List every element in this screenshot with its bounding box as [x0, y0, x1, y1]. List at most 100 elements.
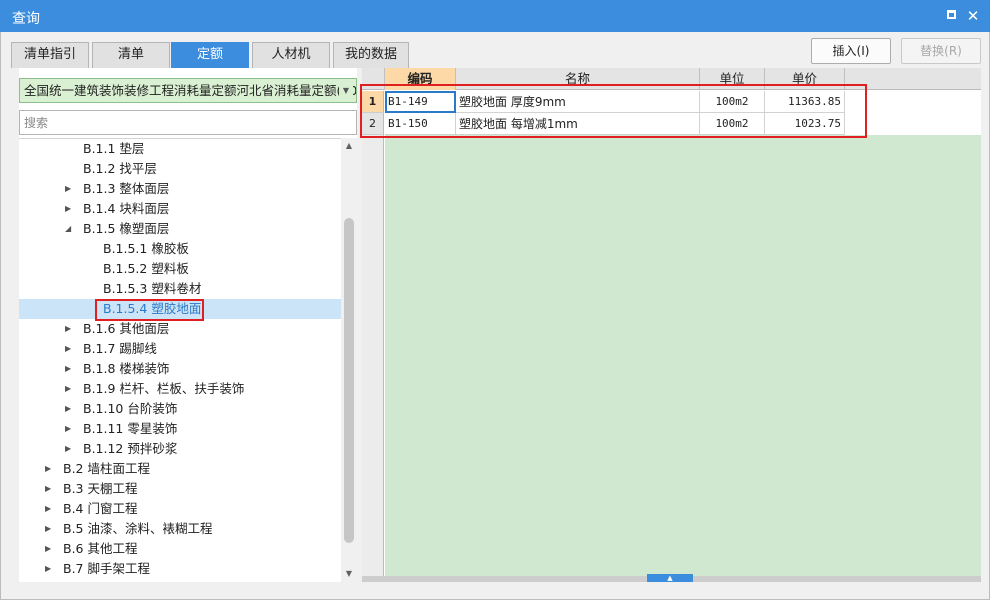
- tree-item[interactable]: ▶ B.1.11 零星装饰: [19, 419, 341, 439]
- grid-header: 编码 名称 单位 单价: [362, 68, 981, 90]
- expand-arrow-icon[interactable]: ▶: [65, 179, 75, 199]
- tree-item-label: B.1.1 垫层: [83, 141, 145, 156]
- close-button[interactable]: ✕: [964, 7, 982, 25]
- expand-arrow-icon[interactable]: ▶: [65, 399, 75, 419]
- tree-item[interactable]: B.1.1 垫层: [19, 139, 341, 159]
- empty-row-headers: [362, 135, 384, 580]
- tree-item[interactable]: ▶ B.1.12 预拌砂浆: [19, 439, 341, 459]
- tab-quota[interactable]: 定额: [171, 42, 249, 68]
- tree-item[interactable]: ▶ B.1.6 其他面层: [19, 319, 341, 339]
- maximize-button[interactable]: [942, 7, 960, 25]
- tree-item-label: B.7 脚手架工程: [63, 561, 150, 576]
- tree-item[interactable]: ▶ B.7 脚手架工程: [19, 559, 341, 579]
- cell-price[interactable]: 1023.75: [765, 113, 845, 135]
- tree-item-label: B.1.2 找平层: [83, 161, 157, 176]
- tree-item-label: B.3 天棚工程: [63, 481, 138, 496]
- tree-item[interactable]: ◢ B.1.5 橡塑面层: [19, 219, 341, 239]
- tree-item-label: B.1.3 整体面层: [83, 181, 170, 196]
- column-header-code[interactable]: 编码: [385, 68, 456, 90]
- column-header-price[interactable]: 单价: [765, 68, 845, 90]
- tree-item[interactable]: ▶ B.1.3 整体面层: [19, 179, 341, 199]
- tree-item[interactable]: ▶ B.1.7 踢脚线: [19, 339, 341, 359]
- expand-arrow-icon[interactable]: ▶: [65, 319, 75, 339]
- expand-arrow-icon[interactable]: ▶: [45, 519, 55, 539]
- tree-item[interactable]: ▶ B.6 其他工程: [19, 539, 341, 559]
- expand-arrow-icon[interactable]: ▶: [65, 419, 75, 439]
- cell-code[interactable]: B1-149: [385, 91, 456, 113]
- tree-item[interactable]: ▶ B.1.9 栏杆、栏板、扶手装饰: [19, 379, 341, 399]
- tab-labor-material[interactable]: 人材机: [252, 42, 330, 68]
- left-panel: 全国统一建筑装饰装修工程消耗量定额河北省消耗量定额(20 ▼ B.1.1 垫层 …: [19, 68, 357, 582]
- expand-arrow-icon[interactable]: ▶: [45, 539, 55, 559]
- tree-item[interactable]: ▶ B.4 门窗工程: [19, 499, 341, 519]
- tree-item[interactable]: B.1.2 找平层: [19, 159, 341, 179]
- expand-arrow-icon[interactable]: ▶: [45, 559, 55, 579]
- grid-empty-area: [385, 135, 981, 580]
- splitter-handle-icon[interactable]: ▲: [647, 574, 693, 582]
- tree-item-label: B.1.10 台阶装饰: [83, 401, 178, 416]
- scroll-up-icon[interactable]: ▲: [341, 138, 357, 154]
- tree-item-label: B.1.8 楼梯装饰: [83, 361, 170, 376]
- grid-horizontal-scrollbar[interactable]: ▲: [362, 574, 981, 582]
- chevron-down-icon[interactable]: ▼: [339, 79, 353, 102]
- maximize-icon: [946, 10, 956, 19]
- expand-arrow-icon[interactable]: ▶: [45, 479, 55, 499]
- column-header-name[interactable]: 名称: [456, 68, 700, 90]
- expand-arrow-icon[interactable]: ▶: [65, 379, 75, 399]
- row-number[interactable]: 1: [362, 91, 384, 113]
- tree-item-label: B.1.12 预拌砂浆: [83, 441, 178, 456]
- insert-button[interactable]: 插入(I): [811, 38, 891, 64]
- title-bar: 查询 ✕: [0, 0, 990, 32]
- search-input[interactable]: [19, 110, 357, 135]
- tree-item[interactable]: B.1.5.3 塑料卷材: [19, 279, 341, 299]
- row-number[interactable]: 2: [362, 113, 384, 135]
- quota-grid: 编码 名称 单位 单价 1 B1-149 塑胶地面 厚度9mm 100m2 11…: [360, 68, 981, 582]
- tree-item-label: B.1.11 零星装饰: [83, 421, 178, 436]
- tree-item-selected[interactable]: B.1.5.4 塑胶地面: [19, 299, 341, 319]
- cell-price[interactable]: 11363.85: [765, 91, 845, 113]
- quota-library-value: 全国统一建筑装饰装修工程消耗量定额河北省消耗量定额(20: [24, 83, 357, 98]
- expand-arrow-icon[interactable]: ▶: [65, 439, 75, 459]
- cell-name[interactable]: 塑胶地面 厚度9mm: [456, 91, 700, 113]
- scroll-down-icon[interactable]: ▼: [341, 566, 357, 582]
- tree-item-label: B.1.9 栏杆、栏板、扶手装饰: [83, 381, 245, 396]
- column-header-unit[interactable]: 单位: [700, 68, 765, 90]
- tree-item-label: B.1.5.3 塑料卷材: [103, 281, 202, 296]
- expand-arrow-icon[interactable]: ▶: [65, 199, 75, 219]
- tree-item[interactable]: ▶ B.2 墙柱面工程: [19, 459, 341, 479]
- tab-my-data[interactable]: 我的数据: [333, 42, 409, 68]
- tree-item[interactable]: B.1.5.1 橡胶板: [19, 239, 341, 259]
- expand-arrow-icon[interactable]: ▶: [45, 499, 55, 519]
- expand-arrow-icon[interactable]: ▶: [45, 459, 55, 479]
- tree-scrollbar[interactable]: ▲ ▼: [341, 138, 357, 582]
- cell-code[interactable]: B1-150: [385, 113, 456, 135]
- quota-library-select[interactable]: 全国统一建筑装饰装修工程消耗量定额河北省消耗量定额(20 ▼: [19, 78, 357, 103]
- tree-item[interactable]: ▶ B.5 油漆、涂料、裱糊工程: [19, 519, 341, 539]
- cell-unit[interactable]: 100m2: [700, 91, 765, 113]
- tree-item[interactable]: ▶ B.1.8 楼梯装饰: [19, 359, 341, 379]
- tree-item-label: B.1.4 块料面层: [83, 201, 170, 216]
- replace-button[interactable]: 替换(R): [901, 38, 981, 64]
- expand-arrow-icon[interactable]: ▶: [65, 359, 75, 379]
- tree-item-label: B.2 墙柱面工程: [63, 461, 150, 476]
- tree-item[interactable]: B.1.5.2 塑料板: [19, 259, 341, 279]
- tree-item-label: B.1.5 橡塑面层: [83, 221, 170, 236]
- expand-arrow-icon[interactable]: ▶: [65, 339, 75, 359]
- close-icon: ✕: [966, 7, 980, 25]
- tree-item[interactable]: ▶ B.1.10 台阶装饰: [19, 399, 341, 419]
- scrollbar-thumb[interactable]: [344, 218, 354, 543]
- cell-name[interactable]: 塑胶地面 每增减1mm: [456, 113, 700, 135]
- tab-list-guide[interactable]: 清单指引: [11, 42, 89, 68]
- tree-item[interactable]: ▶ B.1.4 块料面层: [19, 199, 341, 219]
- tree-item-label: B.1.5.4 塑胶地面: [103, 301, 202, 316]
- window-title: 查询: [12, 11, 40, 27]
- tree-item-label: B.5 油漆、涂料、裱糊工程: [63, 521, 213, 536]
- collapse-arrow-icon[interactable]: ◢: [65, 219, 75, 239]
- cell-unit[interactable]: 100m2: [700, 113, 765, 135]
- tree-item-label: B.1.7 踢脚线: [83, 341, 157, 356]
- tab-list[interactable]: 清单: [92, 42, 170, 68]
- tree-item-label: B.6 其他工程: [63, 541, 138, 556]
- corner-cell: [362, 68, 385, 90]
- tree-item[interactable]: ▶ B.3 天棚工程: [19, 479, 341, 499]
- tree-item-label: B.1.6 其他面层: [83, 321, 170, 336]
